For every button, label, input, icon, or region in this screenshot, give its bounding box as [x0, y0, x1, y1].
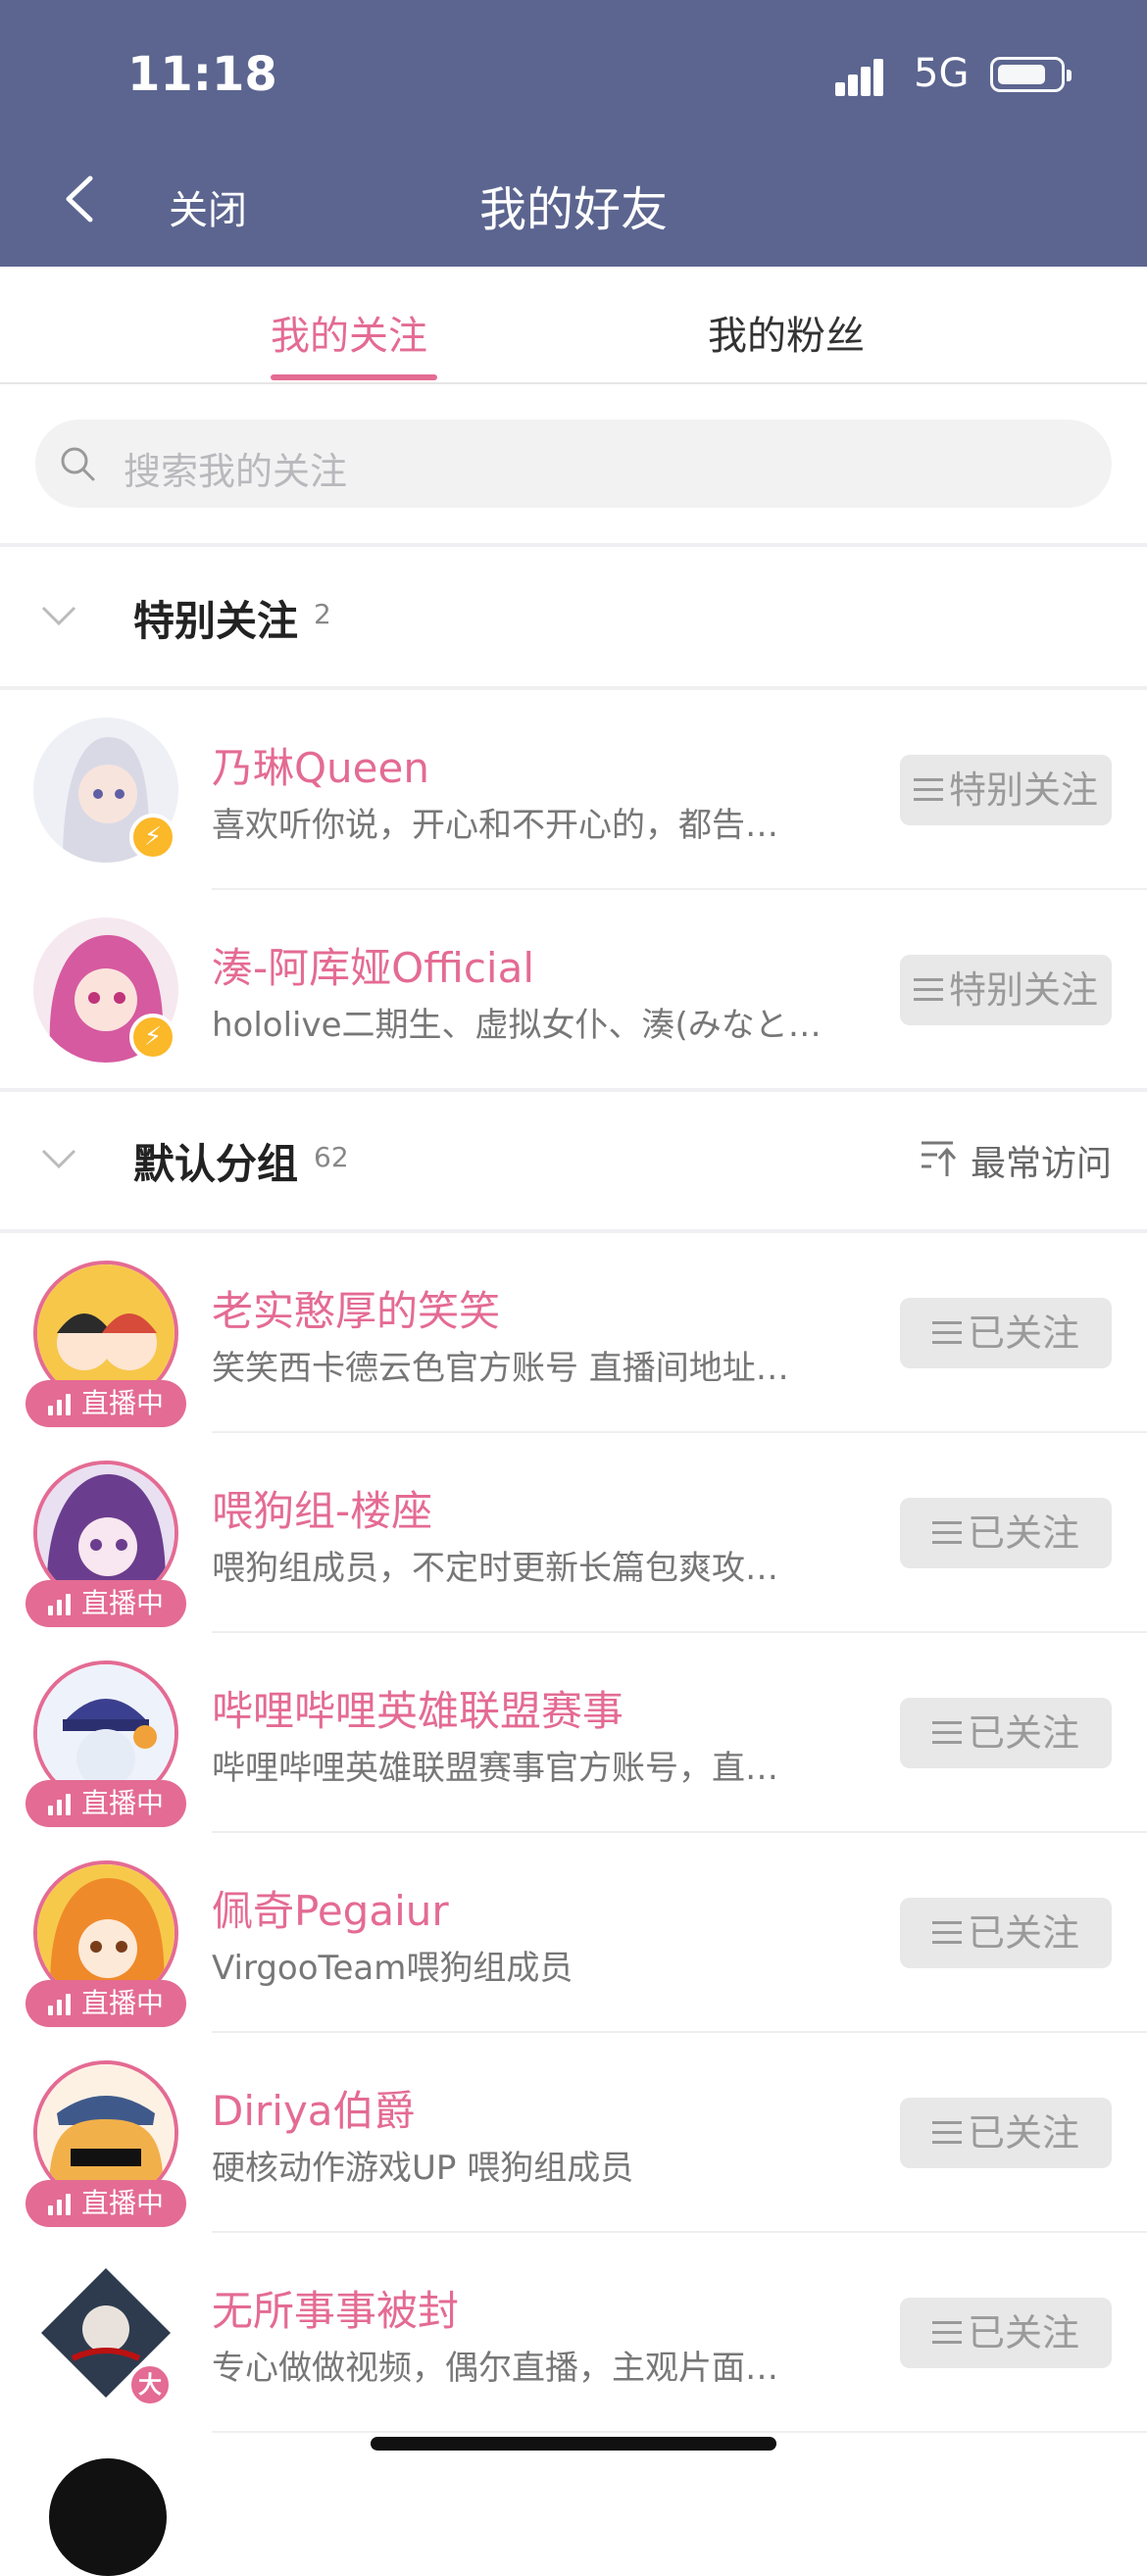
special-follow-button[interactable]: 特别关注 [900, 955, 1112, 1025]
search-icon [61, 447, 95, 481]
menu-icon [931, 1920, 962, 1945]
menu-icon [931, 2320, 962, 2345]
sort-icon[interactable] [920, 1137, 959, 1178]
user-name[interactable]: 佩奇Pegaiur [212, 1878, 449, 1938]
user-name[interactable]: 湊-阿库娅Official [212, 935, 534, 995]
verified-bolt-icon: ⚡ [129, 1014, 176, 1061]
sort-label[interactable]: 最常访问 [971, 1135, 1112, 1186]
list-item[interactable]: 直播中 老实憨厚的笑笑 笑笑西卡德云色官方账号 直播间地址… 已关注 [0, 1233, 1147, 1433]
menu-icon [931, 2120, 962, 2145]
user-name[interactable]: 哔哩哔哩英雄联盟赛事 [212, 1678, 623, 1738]
user-name[interactable]: Diriya伯爵 [212, 2078, 416, 2138]
tab-bar: 我的关注 我的粉丝 [0, 267, 1147, 384]
followed-button[interactable]: 已关注 [900, 2098, 1112, 2168]
group-header-special[interactable]: 特别关注 2 [0, 549, 1147, 686]
chevron-down-icon [41, 606, 76, 626]
chevron-down-icon [41, 1149, 76, 1169]
live-badge: 直播中 [25, 2180, 186, 2227]
list-item[interactable]: 直播中 Diriya伯爵 硬核动作游戏UP 喂狗组成员 已关注 [0, 2033, 1147, 2233]
user-desc: 哔哩哔哩英雄联盟赛事官方账号，直… [212, 1749, 778, 1788]
user-desc: 笑笑西卡德云色官方账号 直播间地址… [212, 1349, 789, 1388]
followed-button[interactable]: 已关注 [900, 2298, 1112, 2368]
menu-icon [931, 1520, 962, 1545]
live-bars-icon [47, 1794, 72, 1815]
live-badge: 直播中 [25, 1580, 186, 1627]
user-desc: 硬核动作游戏UP 喂狗组成员 [212, 2149, 634, 2188]
followed-button[interactable]: 已关注 [900, 1498, 1112, 1568]
battery-icon [990, 57, 1072, 92]
menu-icon [931, 1720, 962, 1745]
network-type: 5G [914, 51, 970, 96]
user-desc: 喂狗组成员，不定时更新长篇包爽攻… [212, 1549, 778, 1588]
live-bars-icon [47, 1594, 72, 1615]
list-item[interactable]: 直播中 哔哩哔哩英雄联盟赛事 哔哩哔哩英雄联盟赛事官方账号，直… 已关注 [0, 1633, 1147, 1833]
group-name: 默认分组 [133, 1140, 299, 1188]
live-badge: 直播中 [25, 1380, 186, 1427]
group-header-default[interactable]: 默认分组 62 最常访问 [0, 1092, 1147, 1229]
list-item[interactable]: 直播中 喂狗组-楼座 喂狗组成员，不定时更新长篇包爽攻… 已关注 [0, 1433, 1147, 1633]
followed-button[interactable]: 已关注 [900, 1698, 1112, 1768]
list-item[interactable]: 大 无所事事被封 专心做做视频，偶尔直播，主观片面… 已关注 [0, 2233, 1147, 2433]
home-indicator[interactable] [371, 2437, 776, 2451]
user-desc: hololive二期生、虚拟女仆、湊(みなと… [212, 1006, 822, 1045]
user-desc: VirgooTeam喂狗组成员 [212, 1949, 574, 1988]
live-bars-icon [47, 1394, 72, 1415]
signal-icon [835, 57, 896, 96]
special-follow-button[interactable]: 特别关注 [900, 755, 1112, 825]
search-placeholder: 搜索我的关注 [124, 450, 348, 493]
live-bars-icon [47, 1994, 72, 2015]
user-desc: 专心做做视频，偶尔直播，主观片面… [212, 2349, 778, 2388]
group-count: 62 [314, 1141, 349, 1173]
list-item[interactable]: ⚡ 湊-阿库娅Official hololive二期生、虚拟女仆、湊(みなと… … [0, 890, 1147, 1090]
tab-fans[interactable]: 我的粉丝 [708, 304, 865, 361]
user-name[interactable]: 乃琳Queen [212, 735, 429, 795]
da-vip-badge: 大 [127, 2362, 173, 2407]
menu-icon [913, 777, 943, 802]
list-item[interactable]: 直播中 佩奇Pegaiur VirgooTeam喂狗组成员 已关注 [0, 1833, 1147, 2033]
menu-icon [913, 977, 943, 1002]
search-input[interactable]: 搜索我的关注 [35, 420, 1112, 508]
live-bars-icon [47, 2194, 72, 2215]
followed-button[interactable]: 已关注 [900, 1898, 1112, 1968]
divider [0, 543, 1147, 547]
user-name[interactable]: 无所事事被封 [212, 2278, 459, 2338]
live-badge: 直播中 [25, 1780, 186, 1827]
verified-bolt-icon: ⚡ [129, 814, 176, 861]
live-badge: 直播中 [25, 1980, 186, 2027]
avatar[interactable] [49, 2458, 167, 2576]
active-tab-indicator [271, 374, 437, 380]
group-count: 2 [314, 598, 331, 630]
user-name[interactable]: 喂狗组-楼座 [212, 1478, 432, 1538]
user-name[interactable]: 老实憨厚的笑笑 [212, 1278, 500, 1338]
list-item[interactable]: ⚡ 乃琳Queen 喜欢听你说，开心和不开心的，都告… 特别关注 [0, 690, 1147, 890]
header-bar: 11:18 5G 关闭 我的好友 [0, 0, 1147, 267]
followed-button[interactable]: 已关注 [900, 1298, 1112, 1368]
tab-following[interactable]: 我的关注 [271, 304, 427, 361]
status-time: 11:18 [127, 47, 277, 102]
menu-icon [931, 1320, 962, 1345]
user-desc: 喜欢听你说，开心和不开心的，都告… [212, 806, 778, 845]
page-title: 我的好友 [478, 182, 668, 237]
group-name: 特别关注 [133, 597, 299, 645]
